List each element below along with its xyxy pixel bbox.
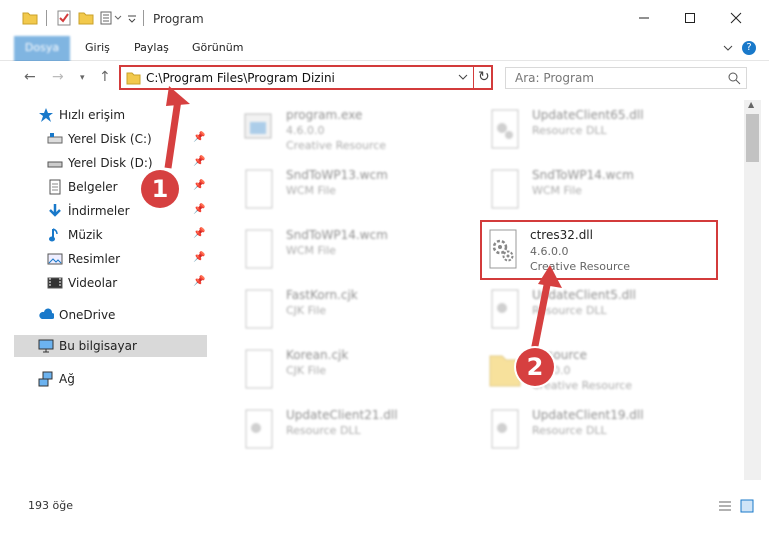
annotation-overlay xyxy=(164,86,562,357)
annotation-arrow-2 xyxy=(529,279,552,357)
large-icons-view-icon[interactable] xyxy=(740,499,754,513)
details-view-icon[interactable] xyxy=(718,499,732,513)
step-badge-2: 2 xyxy=(516,348,554,386)
status-bar: 193 öğe xyxy=(0,494,769,518)
arrow-head-icon xyxy=(538,265,562,288)
arrow-head-icon xyxy=(166,86,190,106)
item-count: 193 öğe xyxy=(28,499,73,512)
annotation-arrow-1 xyxy=(164,99,182,169)
step-badge-1: 1 xyxy=(141,170,179,208)
